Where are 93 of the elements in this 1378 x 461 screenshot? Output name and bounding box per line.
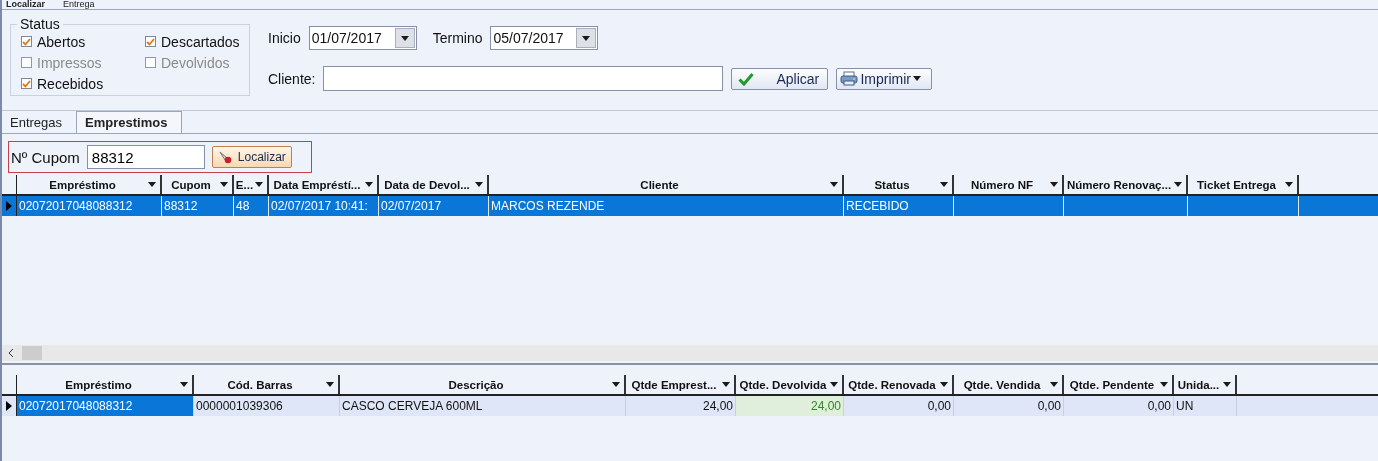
column-header[interactable]: Cliente (489, 175, 844, 194)
field-label: Nº Cupom (11, 148, 80, 166)
checkbox-label: Descartados (161, 33, 240, 50)
caret-icon (255, 182, 263, 187)
group-title: Status (17, 16, 63, 32)
caret-icon (326, 382, 334, 387)
table-cell: 02/07/2017 10:41: (269, 196, 379, 216)
checkbox[interactable] (21, 78, 32, 89)
caret-icon (1174, 182, 1182, 187)
table-cell: 48 (234, 196, 269, 216)
table-cell: MARCOS REZENDE (489, 196, 844, 216)
column-header[interactable]: Status (844, 175, 954, 194)
date-field[interactable]: 05/07/2017 (490, 26, 599, 50)
caret-icon (1223, 382, 1231, 387)
caret-icon (913, 76, 921, 81)
caret-icon (400, 35, 409, 41)
table-cell: 02072017048088312 (17, 196, 162, 216)
check-icon (22, 79, 31, 88)
column-header[interactable]: Qtde. Pendente (1064, 375, 1174, 394)
column-header[interactable]: Qtde. Vendida (954, 375, 1064, 394)
column-header[interactable]: Qtde. Renovada (844, 375, 954, 394)
caret-icon (940, 382, 948, 387)
client-input-field[interactable] (323, 66, 724, 91)
table-cell: 02072017048088312 (17, 396, 194, 416)
table-cell: 24,00 (736, 396, 844, 416)
tab[interactable]: Entrega (59, 0, 109, 9)
row-indicator-icon (6, 201, 12, 211)
check-icon (146, 37, 155, 46)
table-cell: 0000001039306 (194, 396, 340, 416)
caret-icon (612, 382, 620, 387)
caret-icon (180, 382, 188, 387)
checkbox-label: Devolvidos (161, 54, 230, 71)
print-button[interactable]: Imprimir (836, 67, 933, 90)
column-header[interactable]: Data de Devol... (379, 175, 489, 194)
caret-icon (1050, 182, 1058, 187)
flashlight-icon (217, 150, 234, 164)
caret-icon (722, 382, 730, 387)
dropdown-button[interactable] (394, 28, 415, 48)
field-label: Termino (432, 30, 483, 46)
field-label: Inicio (268, 30, 301, 46)
table-cell: CASCO CERVEJA 600ML (340, 396, 626, 416)
column-header[interactable]: Qtde Emprest... (626, 375, 736, 394)
column-header[interactable]: E... (234, 175, 269, 194)
caret-icon (1050, 382, 1058, 387)
caret-icon (365, 182, 373, 187)
tab[interactable]: Entregas (2, 112, 77, 133)
table-cell: RECEBIDO (844, 196, 954, 216)
checkbox[interactable] (21, 36, 32, 47)
column-header[interactable]: Data Empréstí... (269, 175, 379, 194)
column-header[interactable]: Ticket Entrega (1188, 175, 1299, 194)
dropdown-button[interactable] (576, 28, 597, 48)
table-row[interactable]: 02072017048088312 88312 48 02/07/2017 10:41: 02/07/2017 MARCOS REZENDE RECEBIDO (2, 196, 1378, 216)
caret-icon (220, 182, 228, 187)
check-icon (22, 37, 31, 46)
table-cell: 02/07/2017 (379, 196, 489, 216)
search-button[interactable]: Localizar (211, 146, 292, 168)
table-cell: 0,00 (954, 396, 1064, 416)
column-header[interactable]: Empréstimo (17, 375, 194, 394)
printer-icon (840, 71, 859, 86)
table-cell: 0,00 (1064, 396, 1174, 416)
caret-icon (1285, 182, 1293, 187)
caret-icon (475, 182, 483, 187)
column-header[interactable]: Qtde. Devolvida (736, 375, 844, 394)
checkbox-label: Impressos (37, 54, 102, 71)
column-header[interactable]: Unida... (1174, 375, 1237, 394)
checkmark-icon (738, 71, 755, 86)
column-header[interactable]: Cód. Barras (194, 375, 340, 394)
table-cell: 0,00 (844, 396, 954, 416)
date-field[interactable]: 01/07/2017 (308, 26, 417, 50)
checkbox-label: Abertos (37, 33, 86, 50)
column-header[interactable]: Cupom (162, 175, 234, 194)
scrollbar-thumb[interactable] (22, 346, 42, 360)
caret-icon (830, 182, 838, 187)
column-header[interactable]: Empréstimo (17, 175, 162, 194)
caret-icon (940, 182, 948, 187)
tab[interactable]: Emprestimos (76, 111, 183, 133)
coupon-input-field[interactable]: 88312 (86, 145, 205, 169)
column-header[interactable]: Descrição (340, 375, 626, 394)
checkbox[interactable] (145, 36, 156, 47)
row-indicator-icon (6, 401, 12, 411)
caret-icon (148, 182, 156, 187)
table-row[interactable]: 02072017048088312 0000001039306 CASCO CERVEJA 600ML 24,00 24,00 0,00 0,00 0,00 UN (2, 396, 1378, 416)
column-header[interactable]: Número NF (954, 175, 1064, 194)
column-header[interactable]: Número Renovaç... (1064, 175, 1188, 194)
table-cell: 88312 (162, 196, 234, 216)
checkbox-label: Recebidos (37, 75, 104, 92)
horizontal-scrollbar[interactable] (2, 345, 1378, 361)
apply-button[interactable]: Aplicar (731, 67, 829, 90)
caret-icon (1160, 382, 1168, 387)
caret-icon (830, 382, 838, 387)
field-label: Cliente: (268, 70, 316, 87)
table-cell: UN (1174, 396, 1237, 416)
caret-icon (582, 35, 591, 41)
